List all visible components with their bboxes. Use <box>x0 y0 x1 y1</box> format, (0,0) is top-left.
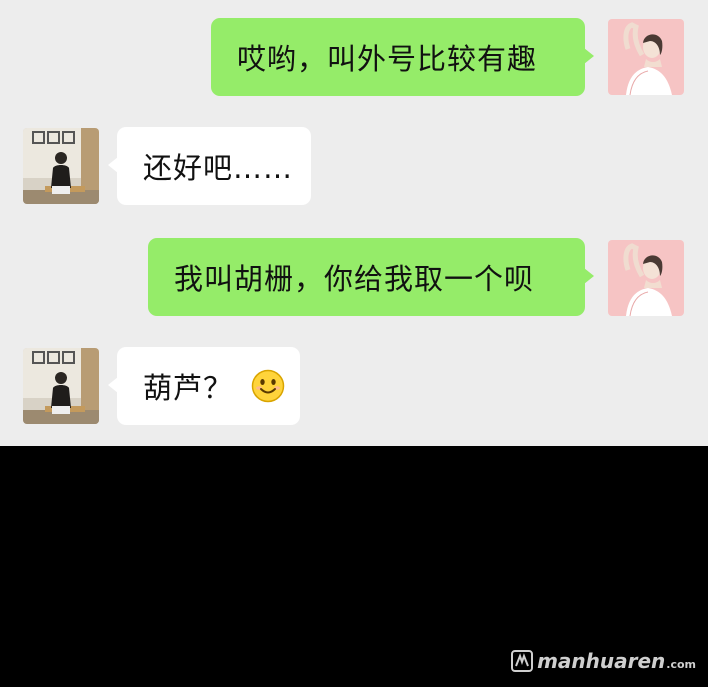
message-bubble-outgoing[interactable]: 哎哟，叫外号比较有趣 <box>211 18 594 96</box>
message-bubble-incoming[interactable]: 还好吧…… <box>108 127 311 205</box>
chat-area[interactable]: 哎哟，叫外号比较有趣 还好吧…… 我叫胡栅，你给我取一个呗 葫芦？ <box>0 0 708 446</box>
watermark-suffix: .com <box>666 657 696 671</box>
message-bubble-incoming[interactable]: 葫芦？ <box>108 347 300 425</box>
watermark-logo: manhuaren .com <box>511 649 696 673</box>
contact-avatar[interactable] <box>23 128 99 204</box>
watermark-brand: manhuaren <box>537 649 666 673</box>
contact-avatar[interactable] <box>23 348 99 424</box>
message-text: 哎哟，叫外号比较有趣 <box>237 42 538 76</box>
smile-emoji-icon <box>251 369 285 403</box>
message-text: 我叫胡栅，你给我取一个呗 <box>174 262 535 296</box>
message-text: 葫芦？ <box>143 371 234 405</box>
message-bubble-outgoing[interactable]: 我叫胡栅，你给我取一个呗 <box>148 238 594 316</box>
own-avatar[interactable] <box>608 240 684 316</box>
own-avatar[interactable] <box>608 19 684 95</box>
brand-logo-icon <box>511 650 534 672</box>
message-text: 还好吧…… <box>143 151 294 185</box>
